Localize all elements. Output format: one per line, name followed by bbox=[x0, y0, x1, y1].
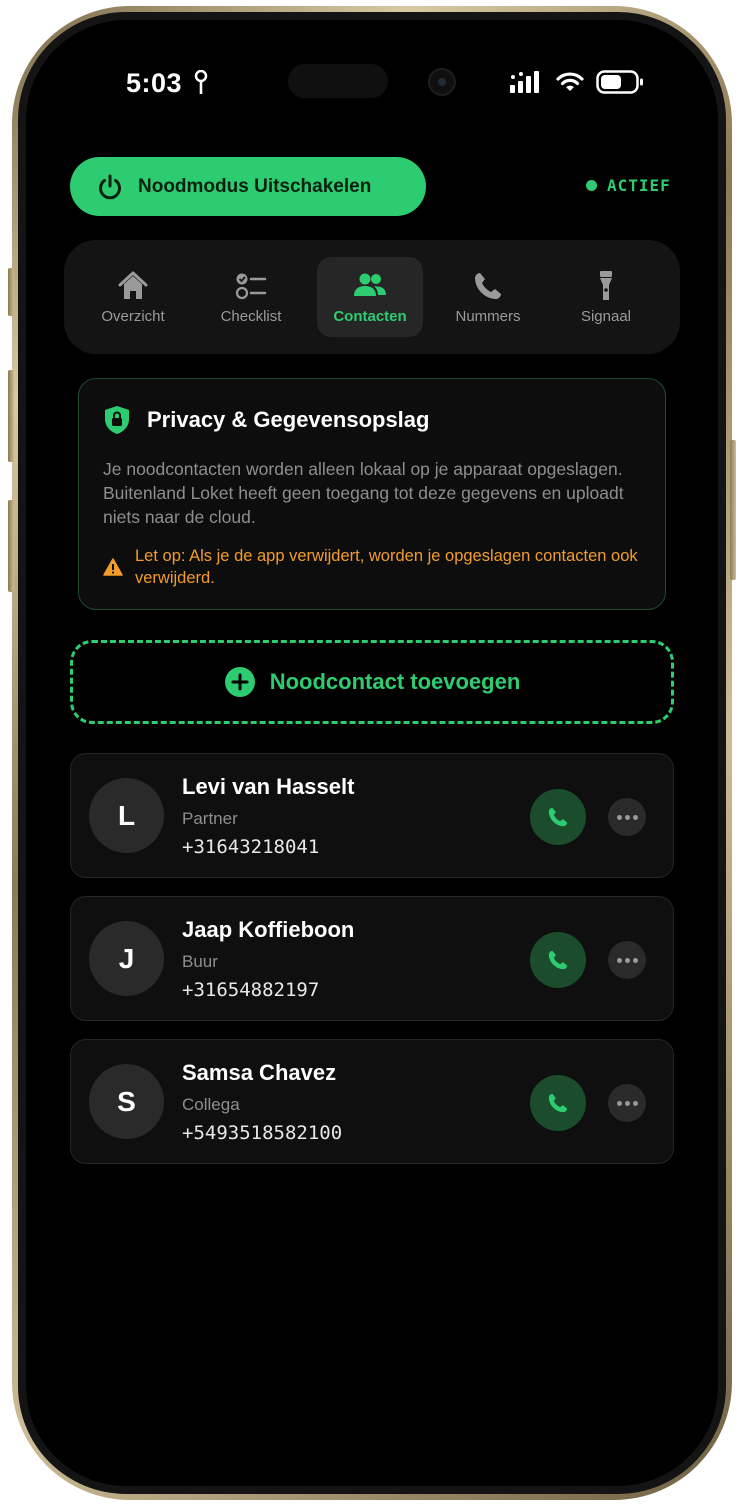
home-icon bbox=[118, 271, 148, 299]
front-camera bbox=[428, 68, 456, 96]
contact-name: Levi van Hasselt bbox=[182, 774, 355, 799]
tab-label: Signaal bbox=[580, 308, 632, 325]
power-button bbox=[730, 440, 736, 580]
plus-circle-icon bbox=[224, 667, 255, 697]
ellipsis-icon bbox=[616, 1100, 622, 1106]
status-dot bbox=[586, 180, 597, 191]
dynamic-island bbox=[288, 64, 388, 98]
status-indicator: ACTIEF bbox=[586, 176, 671, 195]
privacy-warning: Let op: Als je de app verwijdert, worden… bbox=[103, 545, 641, 589]
contact-card: L Levi van Hasselt Partner +31643218041 bbox=[70, 753, 674, 878]
flashlight-icon bbox=[600, 271, 612, 300]
more-options-button[interactable] bbox=[608, 941, 646, 979]
tab-contacten[interactable]: Contacten bbox=[317, 257, 423, 337]
add-contact-label: Noodcontact toevoegen bbox=[269, 669, 521, 694]
contact-relation: Buur bbox=[182, 952, 218, 971]
volume-up-button bbox=[8, 370, 14, 462]
tab-signaal[interactable]: Signaal bbox=[553, 257, 659, 337]
contact-card: S Samsa Chavez Collega +5493518582100 bbox=[70, 1039, 674, 1164]
more-options-button[interactable] bbox=[608, 798, 646, 836]
people-icon bbox=[354, 273, 386, 296]
add-emergency-contact-button[interactable]: Noodcontact toevoegen bbox=[70, 640, 674, 724]
tab-overzicht[interactable]: Overzicht bbox=[80, 257, 186, 337]
action-button bbox=[8, 268, 14, 316]
emergency-mode-off-button[interactable]: Noodmodus Uitschakelen bbox=[70, 157, 426, 216]
call-button[interactable] bbox=[530, 789, 586, 845]
battery-icon bbox=[596, 70, 643, 94]
privacy-card: Privacy & Gegevensopslag Je noodcontacte… bbox=[78, 378, 666, 610]
tab-nummers[interactable]: Nummers bbox=[435, 257, 541, 337]
emergency-mode-button-label: Noodmodus Uitschakelen bbox=[138, 175, 372, 197]
tab-label: Checklist bbox=[220, 308, 282, 325]
screen: 5:03 Noodmodus Uitschakelen ACTIEF Overz… bbox=[26, 20, 718, 1486]
power-icon bbox=[99, 174, 121, 199]
phone-icon bbox=[548, 1093, 568, 1113]
shield-lock-icon bbox=[105, 406, 129, 434]
avatar: S bbox=[89, 1064, 164, 1139]
status-time: 5:03 bbox=[126, 68, 183, 98]
contact-relation: Partner bbox=[182, 809, 238, 828]
ellipsis-icon bbox=[616, 814, 622, 820]
tab-label: Nummers bbox=[455, 308, 521, 325]
avatar: L bbox=[89, 778, 164, 853]
contact-phone: +31643218041 bbox=[182, 836, 320, 858]
phone-icon bbox=[548, 950, 568, 970]
call-button[interactable] bbox=[530, 932, 586, 988]
warning-icon bbox=[103, 558, 123, 576]
contact-phone: +5493518582100 bbox=[182, 1122, 343, 1144]
cellular-signal-icon bbox=[510, 71, 539, 93]
privacy-title: Privacy & Gegevensopslag bbox=[147, 407, 430, 432]
wifi-icon bbox=[556, 72, 584, 91]
checklist-icon bbox=[235, 273, 267, 300]
tab-checklist[interactable]: Checklist bbox=[198, 257, 304, 337]
privacy-description: Je noodcontacten worden alleen lokaal op… bbox=[103, 459, 624, 527]
call-button[interactable] bbox=[530, 1075, 586, 1131]
contact-name: Jaap Koffieboon bbox=[182, 917, 355, 942]
tab-bar: Overzicht Checklist Contacten Nummers Si… bbox=[64, 240, 680, 354]
privacy-warning-text: Let op: Als je de app verwijdert, worden… bbox=[135, 547, 638, 587]
contact-relation: Collega bbox=[182, 1095, 240, 1114]
contact-name: Samsa Chavez bbox=[182, 1060, 337, 1085]
ellipsis-icon bbox=[616, 957, 622, 963]
contact-phone: +31654882197 bbox=[182, 979, 320, 1001]
more-options-button[interactable] bbox=[608, 1084, 646, 1122]
location-icon bbox=[194, 70, 208, 94]
status-label: ACTIEF bbox=[607, 176, 671, 195]
status-icons bbox=[510, 70, 644, 94]
contact-card: J Jaap Koffieboon Buur +31654882197 bbox=[70, 896, 674, 1021]
phone-icon bbox=[548, 807, 568, 827]
avatar: J bbox=[89, 921, 164, 996]
volume-down-button bbox=[8, 500, 14, 592]
tab-label: Contacten bbox=[333, 308, 407, 325]
phone-icon bbox=[475, 273, 501, 299]
tab-label: Overzicht bbox=[101, 308, 165, 325]
